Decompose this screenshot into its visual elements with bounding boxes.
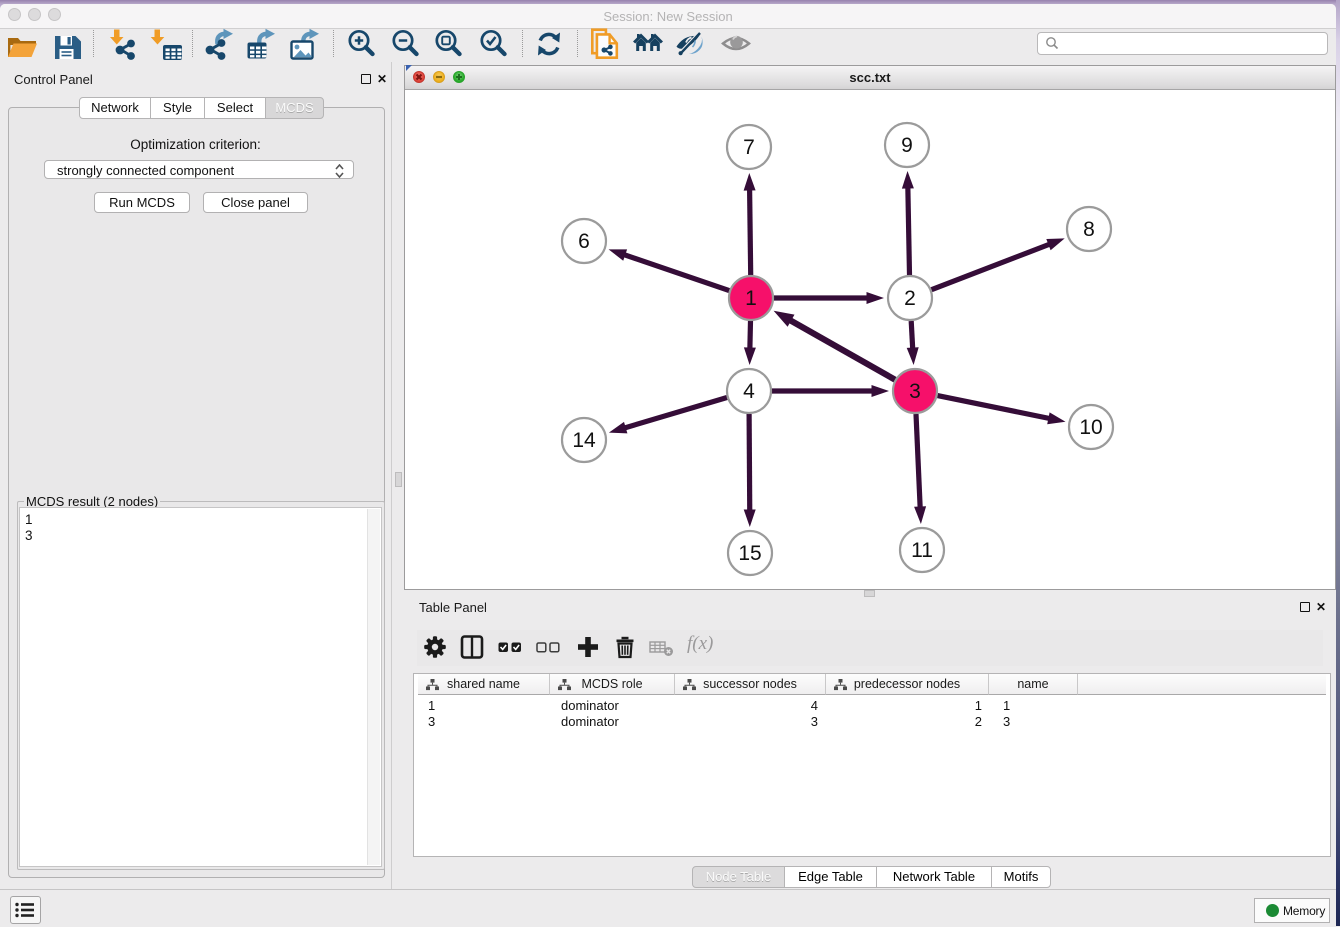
svg-text:15: 15 [738, 542, 761, 565]
svg-text:1: 1 [745, 287, 757, 310]
svg-text:11: 11 [911, 539, 933, 562]
svg-text:14: 14 [572, 429, 596, 452]
svg-text:8: 8 [1083, 218, 1095, 241]
svg-text:10: 10 [1079, 416, 1102, 439]
svg-text:4: 4 [743, 380, 755, 403]
svg-text:9: 9 [901, 134, 913, 157]
svg-text:6: 6 [578, 230, 590, 253]
svg-text:7: 7 [743, 136, 755, 159]
svg-text:3: 3 [909, 380, 921, 403]
svg-text:2: 2 [904, 287, 916, 310]
